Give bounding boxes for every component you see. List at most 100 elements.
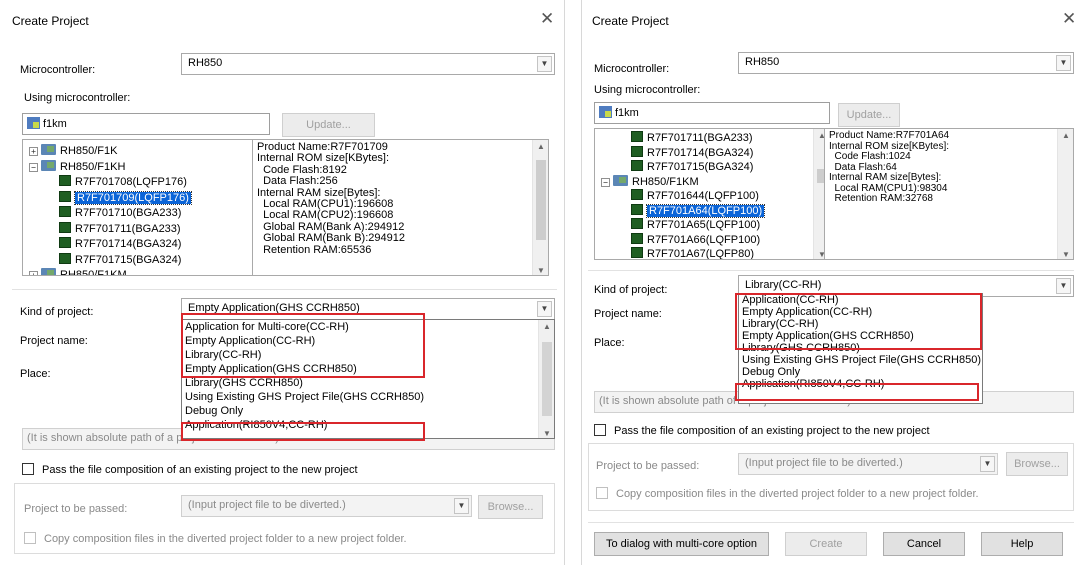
pass-composition-label: Pass the file composition of an existing… [614, 425, 930, 437]
tree-group-item[interactable]: + RH850/F1KM [29, 267, 127, 276]
tree-item-label: R7F701A67(LQFP80) [647, 248, 754, 260]
tree-item-label: R7F701715(BGA324) [75, 253, 182, 266]
tree-item-label: R7F701710(BGA233) [75, 207, 182, 219]
dropdown-option[interactable]: Debug Only [185, 405, 243, 418]
close-icon[interactable]: ✕ [1062, 9, 1076, 29]
create-button[interactable]: Create [785, 532, 867, 556]
place-label: Place: [20, 368, 51, 380]
tree-item-label: R7F701A64(LQFP100) [645, 203, 766, 218]
copy-files-checkbox-row[interactable]: Copy composition files in the diverted p… [596, 487, 979, 500]
tree-item-label: R7F701715(BGA324) [647, 161, 754, 173]
project-to-pass-select[interactable]: (Input project file to be diverted.) ▼ [181, 495, 472, 517]
microcontroller-select[interactable]: RH850 ▼ [181, 53, 555, 75]
microcontroller-select[interactable]: RH850 ▼ [738, 52, 1074, 74]
highlight-box [181, 313, 425, 378]
tree-device-item[interactable]: R7F701715(BGA324) [59, 252, 181, 268]
expand-icon[interactable]: + [29, 271, 38, 275]
chip-icon [631, 145, 643, 157]
tree-device-item[interactable]: R7F701709(LQFP176) [59, 190, 192, 206]
tree-item-label: R7F701714(BGA324) [75, 238, 182, 250]
copy-files-label: Copy composition files in the diverted p… [44, 533, 407, 545]
browse-button[interactable]: Browse... [478, 495, 543, 519]
microcontroller-value: RH850 [188, 57, 223, 69]
copy-files-checkbox[interactable] [596, 487, 608, 499]
copy-files-checkbox[interactable] [24, 532, 36, 544]
tree-item-label: R7F701714(BGA324) [647, 146, 754, 159]
multicore-dialog-button[interactable]: To dialog with multi-core option [594, 532, 769, 556]
place-label: Place: [594, 337, 625, 349]
tree-device-item[interactable]: R7F701710(BGA233) [59, 205, 181, 221]
project-name-label: Project name: [594, 308, 662, 320]
tree-device-item[interactable]: R7F701714(BGA324) [59, 236, 181, 252]
expand-icon[interactable]: + [29, 147, 38, 156]
project-to-pass-select[interactable]: (Input project file to be diverted.) ▼ [738, 453, 998, 475]
project-name-label: Project name: [20, 335, 88, 347]
pass-composition-checkbox-row[interactable]: Pass the file composition of an existing… [594, 424, 930, 437]
project-to-pass-placeholder: (Input project file to be diverted.) [745, 457, 903, 469]
microcontroller-label: Microcontroller: [594, 63, 670, 75]
chevron-down-icon: ▼ [1056, 55, 1071, 71]
dropdown-option[interactable]: Library(GHS CCRH850) [185, 377, 303, 390]
chip-icon [631, 218, 643, 229]
tree-item-label: R7F701708(LQFP176) [75, 176, 187, 188]
microcontroller-tree[interactable]: ▲ ▼ +RH850/F1K−RH850/F1KHR7F701708(LQFP1… [22, 139, 270, 276]
create-project-dialog-right: Create Project ✕ Microcontroller: RH850 … [581, 0, 1078, 565]
help-button[interactable]: Help [981, 532, 1063, 556]
close-icon[interactable]: ✕ [540, 9, 554, 29]
chevron-down-icon: ▼ [1056, 278, 1071, 294]
tree-item-label: RH850/F1KM [60, 269, 127, 276]
microcontroller-tree[interactable]: ▲ ▼ R7F701711(BGA233) R7F701714(BGA324) R7… [594, 128, 830, 260]
search-value: f1km [43, 118, 67, 130]
copy-files-label: Copy composition files in the diverted p… [616, 488, 979, 500]
divider [12, 289, 557, 290]
microcontroller-search-input[interactable]: f1km [594, 102, 830, 124]
update-button[interactable]: Update... [838, 103, 900, 127]
tree-device-item[interactable]: R7F701A67(LQFP80) [631, 246, 754, 260]
project-to-pass-label: Project to be passed: [24, 503, 128, 515]
pass-composition-checkbox-row[interactable]: Pass the file composition of an existing… [22, 463, 358, 476]
browse-button[interactable]: Browse... [1006, 452, 1068, 476]
tree-group-item[interactable]: − RH850/F1KH [29, 159, 125, 175]
chip-icon [59, 190, 71, 202]
chip-icon [631, 189, 643, 200]
update-button[interactable]: Update... [282, 113, 375, 137]
divider [588, 522, 1074, 523]
chevron-down-icon: ▼ [454, 498, 469, 514]
chip-icon [631, 203, 643, 215]
dialog-title: Create Project [592, 14, 669, 28]
tree-item-label: RH850/F1KH [60, 160, 126, 173]
info-scrollbar[interactable]: ▲ ▼ [532, 140, 548, 275]
chip-icon [59, 237, 71, 248]
highlight-box [735, 383, 979, 401]
collapse-icon[interactable]: − [29, 162, 38, 172]
chip-icon [631, 232, 643, 244]
device-info-text: Product Name:R7F701709 Internal ROM size… [257, 141, 405, 256]
tree-device-item[interactable]: R7F701708(LQFP176) [59, 174, 187, 190]
tree-item-label: R7F701A65(LQFP100) [647, 219, 761, 231]
tree-device-item[interactable]: R7F701711(BGA233) [59, 221, 181, 237]
chevron-down-icon: ▼ [537, 301, 552, 317]
project-to-pass-label: Project to be passed: [596, 460, 700, 472]
tree-group-item[interactable]: + RH850/F1K [29, 143, 117, 159]
device-group-icon [41, 268, 56, 275]
device-group-icon [613, 174, 628, 186]
search-filter-icon [599, 106, 612, 118]
tree-item-label: R7F701A66(LQFP100) [647, 233, 761, 246]
device-info-panel: Product Name:R7F701A64 Internal ROM size… [824, 128, 1074, 260]
dropdown-scrollbar[interactable]: ▲ ▼ [538, 320, 554, 438]
dropdown-option[interactable]: Using Existing GHS Project File(GHS CCRH… [185, 391, 424, 404]
tree-item-label: RH850/F1K [60, 145, 118, 157]
info-scrollbar[interactable]: ▲ ▼ [1057, 129, 1073, 259]
tree-item-label: R7F701711(BGA233) [75, 222, 181, 235]
chip-icon [59, 206, 71, 217]
copy-files-checkbox-row[interactable]: Copy composition files in the diverted p… [24, 532, 407, 545]
using-microcontroller-label: Using microcontroller: [24, 92, 131, 104]
chip-icon [59, 221, 71, 233]
cancel-button[interactable]: Cancel [883, 532, 965, 556]
collapse-icon[interactable]: − [601, 177, 610, 187]
pass-composition-checkbox[interactable] [594, 424, 606, 436]
pass-composition-checkbox[interactable] [22, 463, 34, 475]
microcontroller-label: Microcontroller: [20, 64, 96, 76]
kind-of-project-label: Kind of project: [594, 284, 668, 296]
microcontroller-search-input[interactable]: f1km [22, 113, 270, 135]
